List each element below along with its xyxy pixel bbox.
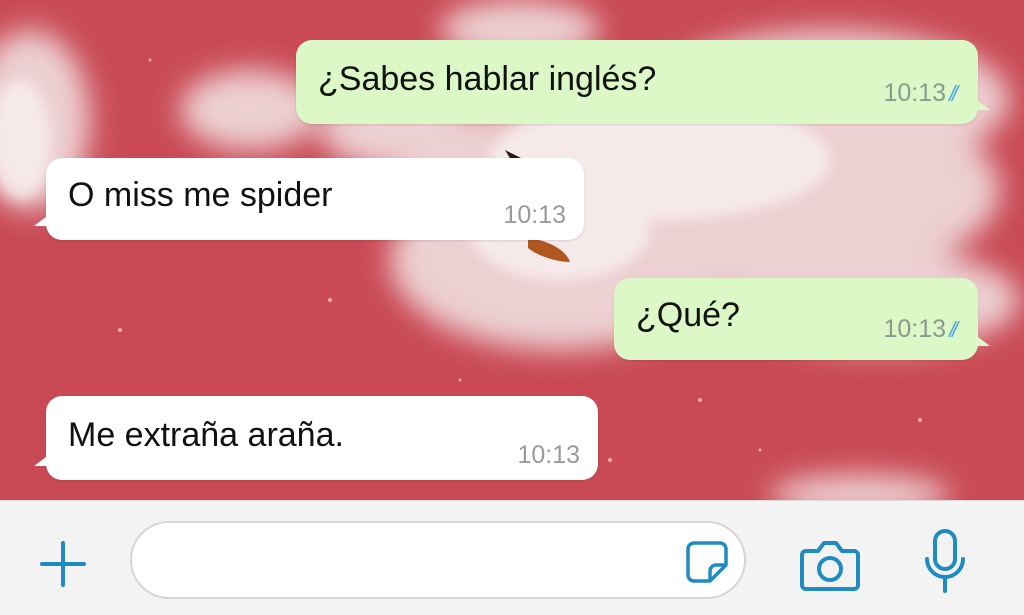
message-time: 10:13 <box>517 441 580 469</box>
message-time: 10:13 <box>883 315 946 343</box>
message-bubble-outgoing[interactable]: ¿Sabes hablar inglés? 10:13 // <box>296 40 990 124</box>
chat-area: ¿Sabes hablar inglés? 10:13 // O miss me… <box>0 0 1024 500</box>
bubble-tail <box>34 214 50 226</box>
message-time: 10:13 <box>503 201 566 229</box>
message-input[interactable] <box>130 521 746 599</box>
message-meta: 10:13 // <box>883 315 961 344</box>
read-ticks-icon: // <box>952 81 961 107</box>
message-text: O miss me spider <box>68 176 333 214</box>
message-bubble-incoming[interactable]: Me extraña araña. 10:13 <box>34 396 598 480</box>
sticker-icon[interactable] <box>684 539 730 585</box>
message-bubble-incoming[interactable]: O miss me spider 10:13 <box>34 158 584 240</box>
message-text: ¿Sabes hablar inglés? <box>318 60 657 98</box>
message-input-field[interactable] <box>152 541 676 583</box>
microphone-icon[interactable] <box>920 527 970 597</box>
message-time: 10:13 <box>883 79 946 107</box>
message-meta: 10:13 <box>517 441 580 470</box>
message-meta: 10:13 // <box>883 79 961 108</box>
message-text: Me extraña araña. <box>68 416 344 454</box>
message-bubble-outgoing[interactable]: ¿Qué? 10:13 // <box>614 278 990 360</box>
message-meta: 10:13 <box>503 201 566 230</box>
plus-icon[interactable] <box>36 537 90 591</box>
bubble-tail <box>974 334 990 346</box>
camera-icon[interactable] <box>798 537 862 593</box>
bubble-tail <box>974 98 990 110</box>
bubble-tail <box>34 454 50 466</box>
message-text: ¿Qué? <box>636 296 740 334</box>
composer-bar <box>0 500 1024 615</box>
read-ticks-icon: // <box>952 317 961 343</box>
